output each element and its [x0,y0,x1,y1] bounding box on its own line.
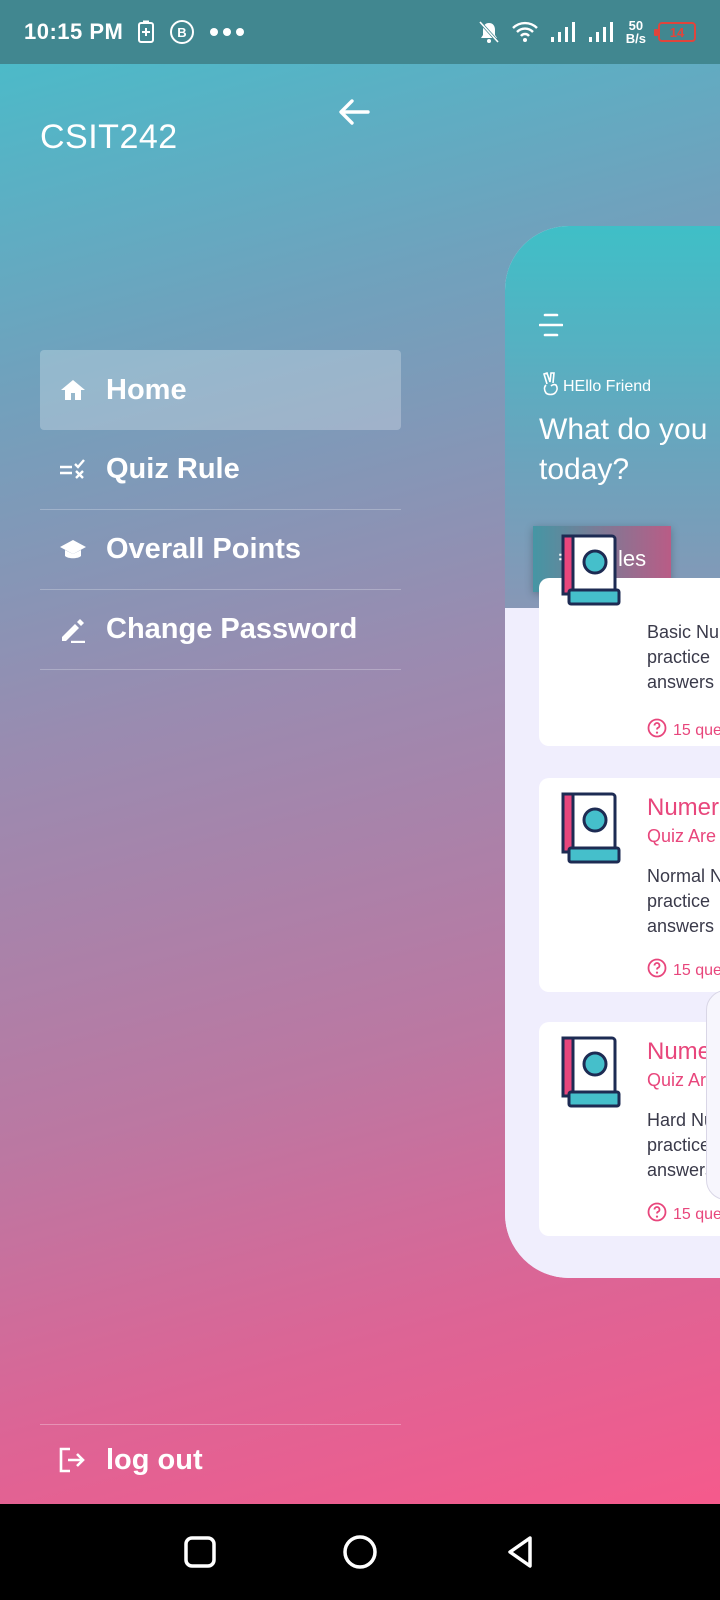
card-subtitle: Quiz Are [647,826,717,846]
drawer-menu: Home Quiz Rule Overall Points Change Pas… [40,350,401,670]
card-description: Basic Nu practice answers [647,620,719,695]
drawer-item-label: Home [106,373,187,406]
battery-level: 14 [669,24,685,40]
card-footer-text: 15 que [673,1205,720,1223]
signal-icon-2 [588,21,614,43]
logout-label: log out [106,1444,203,1476]
greeting-text: HEllo Friend [563,377,652,395]
card-desc-line: answers [647,672,715,692]
battery-indicator: 14 [654,22,696,42]
drawer-title: CSIT242 [40,118,178,156]
question-circle-icon [647,718,667,743]
card-footer: 15 que [647,718,720,743]
battery-saver-icon [137,20,155,44]
headline: What do you today? [539,410,707,490]
card-description: Hard Nu practice answers [647,1108,714,1183]
drawer-item-overall-points[interactable]: Overall Points [40,510,401,590]
card-desc-line: answers [647,1160,715,1180]
card-description: Normal N practice answers [647,864,720,939]
whatsapp-business-icon: B [169,19,195,45]
arrow-left-icon[interactable] [334,92,374,132]
network-speed-unit: B/s [625,31,646,46]
more-dots-icon [209,27,245,37]
book-icon [559,790,623,868]
card-desc-line: Hard Nu [647,1110,715,1130]
book-icon [559,1034,623,1112]
headline-line2: today? [539,453,630,486]
card-desc-line: practice [647,891,711,911]
logout-divider [40,1424,401,1425]
headline-line1: What do you [539,413,708,446]
peace-hand-icon [541,371,561,401]
signal-icon [550,21,576,43]
main-page-preview[interactable]: HEllo Friend What do you today? Rules Ba… [505,226,720,1278]
hamburger-icon[interactable] [538,312,564,338]
drawer-item-label: Quiz Rule [106,453,240,485]
card-footer: 15 que [647,1202,720,1227]
home-circle-icon[interactable] [340,1532,380,1572]
card-desc-line: Normal N [647,866,720,886]
quiz-card[interactable]: Numer Quiz Are Normal N practice answers… [539,778,720,992]
app-screen: 10:15 PM B 50 B/s 14 CSIT242 Home Quiz R… [0,0,720,1504]
card-desc-line: answers [647,916,715,936]
graduation-cap-icon [58,535,88,565]
mute-bell-icon [478,20,500,44]
card-desc-line: Basic Nu [647,622,720,642]
floating-panel-edge[interactable] [706,990,720,1200]
greeting: HEllo Friend [541,371,652,401]
drawer-item-label: Change Password [106,613,358,645]
drawer-item-label: Overall Points [106,533,302,565]
card-footer: 15 que [647,958,720,983]
system-nav-bar [0,1504,720,1600]
card-footer-text: 15 que [673,721,720,739]
question-circle-icon [647,1202,667,1227]
quiz-card[interactable]: Basic Nu practice answers 15 que [539,534,720,746]
svg-text:B: B [178,25,187,40]
status-time: 10:15 PM [24,19,124,44]
quiz-card[interactable]: Numer Quiz Are Hard Nu practice answers … [539,1022,720,1236]
wifi-icon [511,21,538,43]
card-desc-line: practice [647,1135,711,1155]
question-circle-icon [647,958,667,983]
quiz-list: Basic Nu practice answers 15 que Numer Q… [505,534,720,1278]
card-footer-text: 15 que [673,961,720,979]
drawer-item-change-password[interactable]: Change Password [40,590,401,670]
logout-icon [58,1446,88,1476]
status-bar: 10:15 PM B 50 B/s 14 [0,0,720,64]
logout-button[interactable]: log out [58,1444,203,1477]
recents-square-icon[interactable] [180,1532,220,1572]
home-icon [58,375,88,405]
drawer-item-quiz-rule[interactable]: Quiz Rule [40,430,401,510]
edit-pencil-icon [58,615,88,645]
rule-icon [58,455,88,485]
card-title: Numer [647,794,720,821]
card-desc-line: practice [647,647,711,667]
book-icon [559,532,623,610]
back-triangle-icon[interactable] [500,1532,540,1572]
drawer-item-home[interactable]: Home [40,350,401,430]
network-speed: 50 B/s [626,19,646,45]
